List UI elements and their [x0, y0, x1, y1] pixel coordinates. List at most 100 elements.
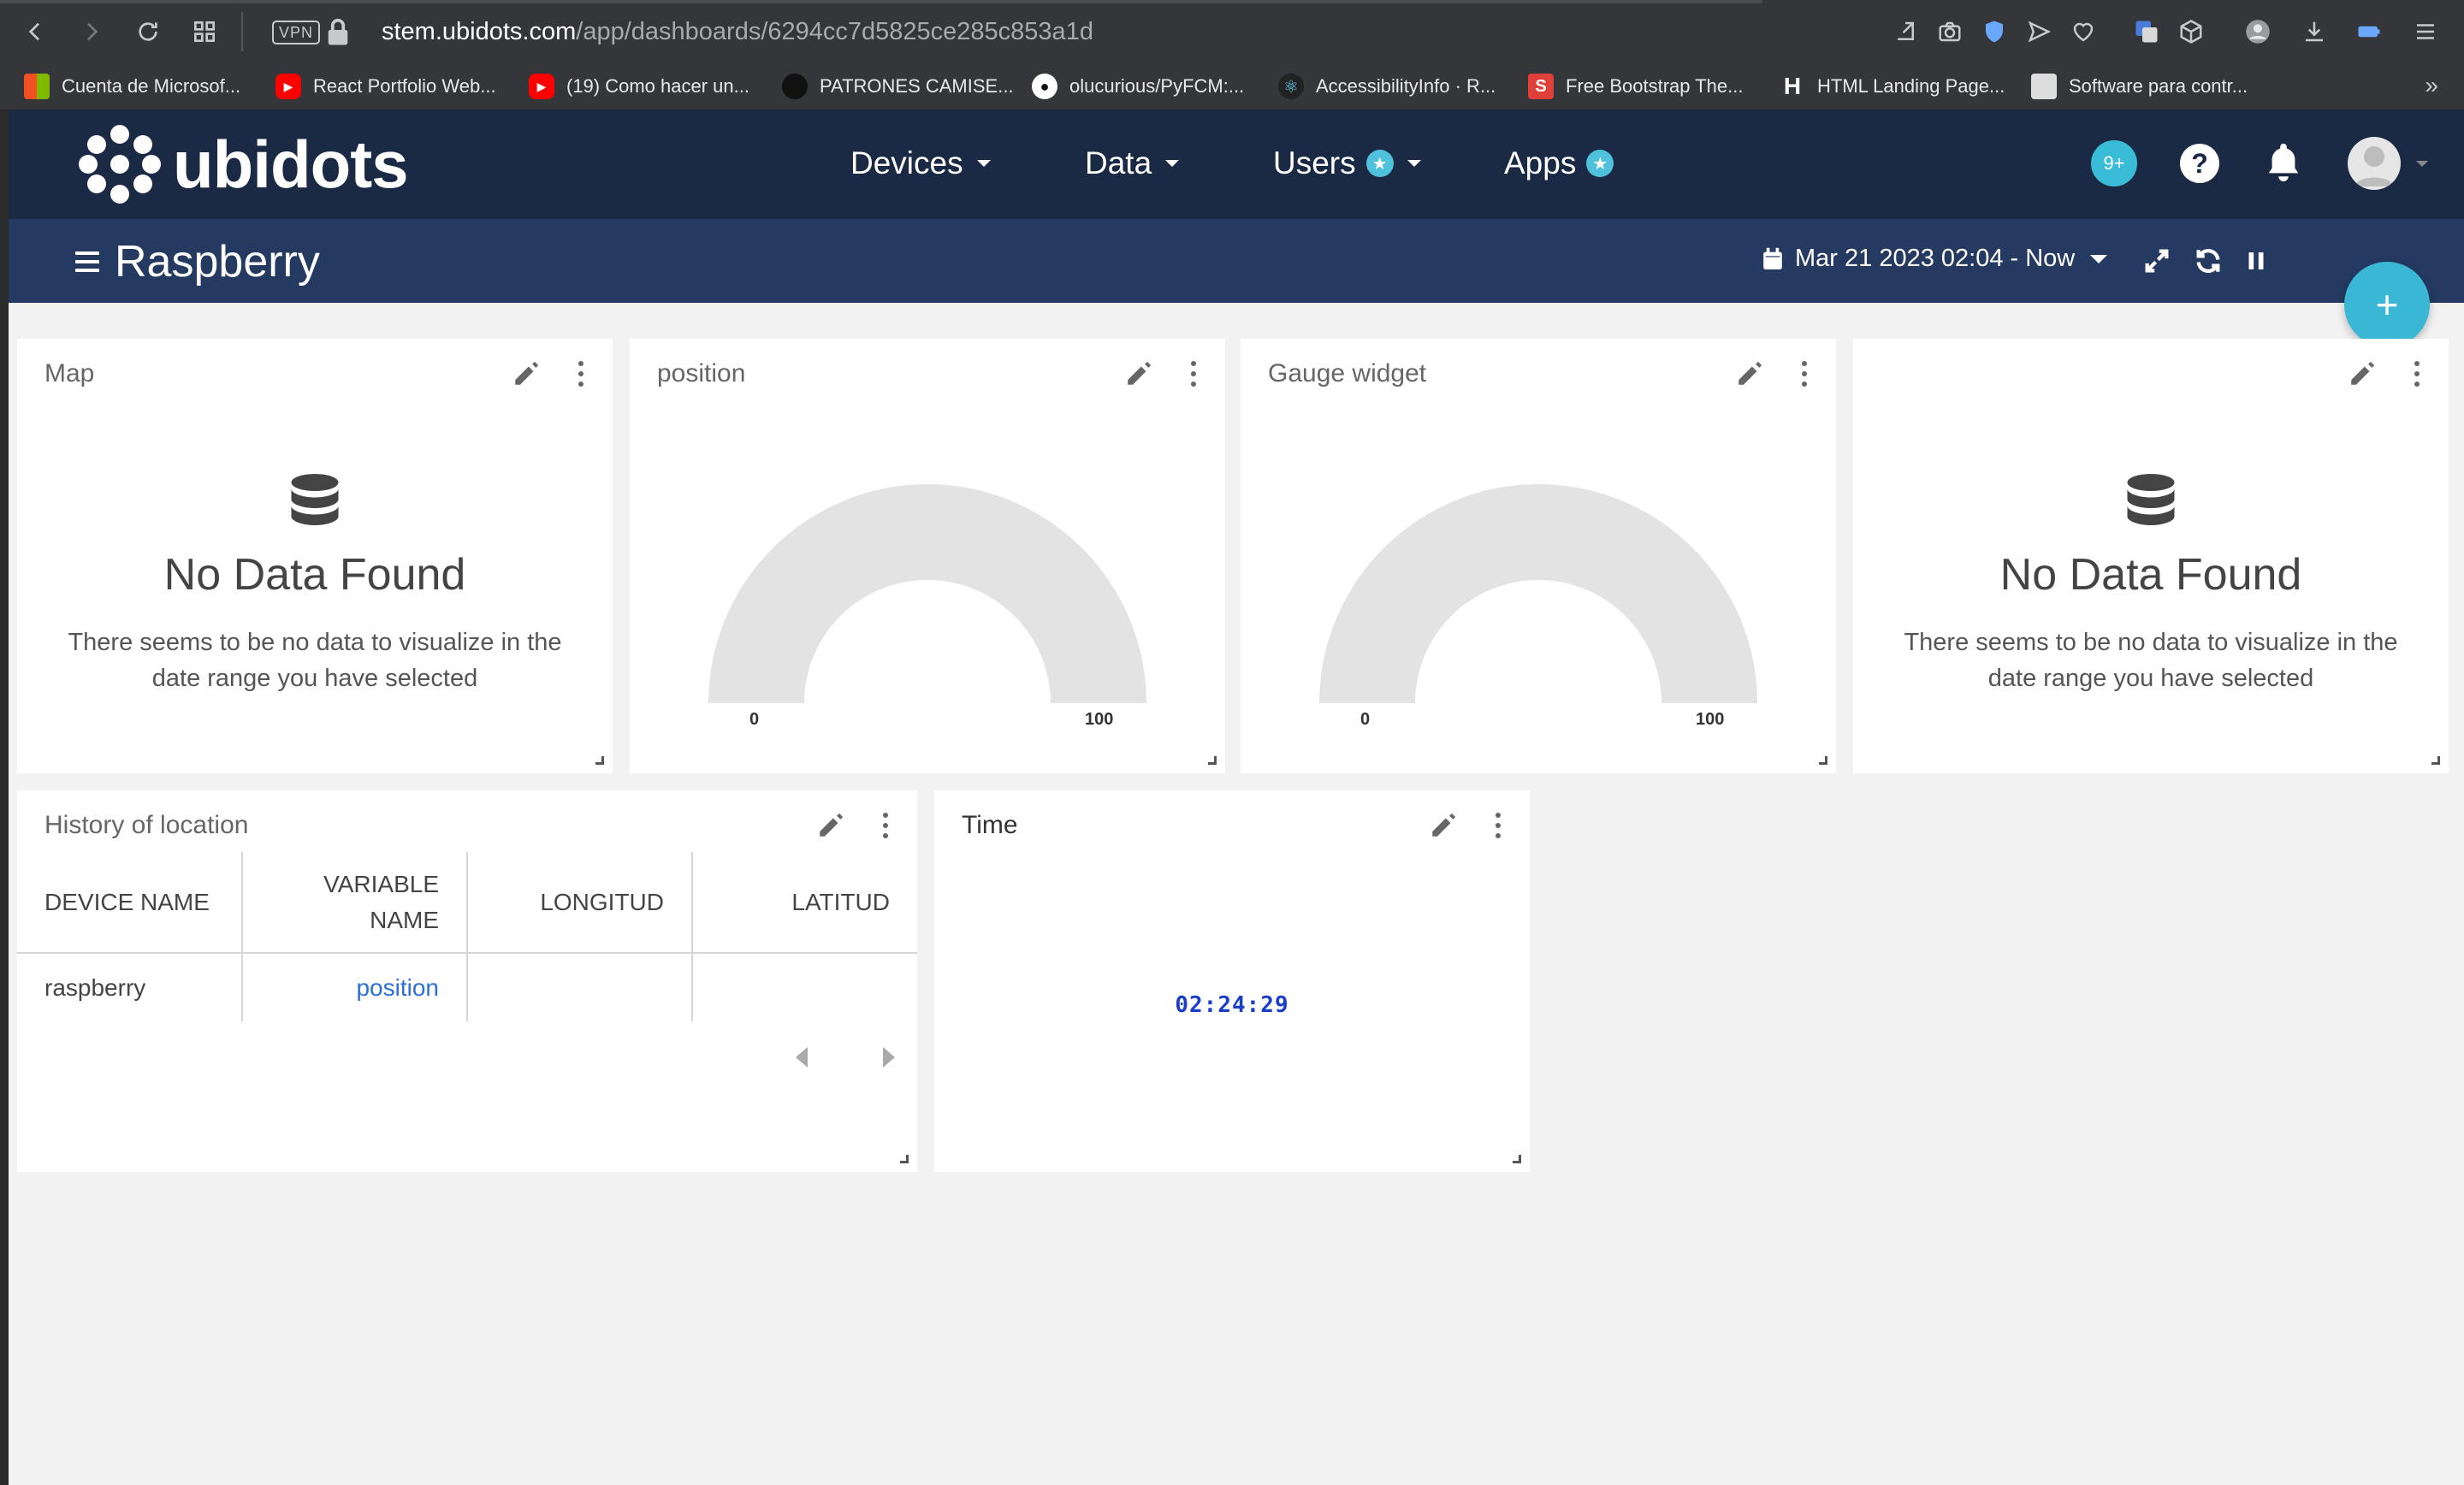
- vpn-button[interactable]: VPN: [272, 21, 321, 44]
- tabs-grid-icon[interactable]: [188, 15, 221, 48]
- bookmark-bootstrap[interactable]: S Free Bootstrap The...: [1528, 72, 1743, 101]
- pencil-icon[interactable]: [512, 359, 541, 388]
- resize-handle[interactable]: [1208, 756, 1217, 765]
- gauge-max-label: 100: [1085, 710, 1114, 729]
- extensions-cube-icon[interactable]: [2175, 15, 2207, 48]
- bookmark-software[interactable]: Software para contr...: [2031, 72, 2248, 101]
- microsoft-icon: [24, 74, 50, 99]
- pencil-icon[interactable]: [1124, 359, 1153, 388]
- pencil-icon[interactable]: [1429, 811, 1458, 840]
- battery-icon[interactable]: [2353, 15, 2385, 48]
- cell-device: raspberry: [17, 953, 243, 1021]
- logo-text: ubidots: [173, 126, 409, 202]
- bookmark-patrones[interactable]: PATRONES CAMISE...: [782, 72, 1014, 101]
- send-icon[interactable]: [2023, 15, 2055, 48]
- translate-icon[interactable]: [2130, 15, 2163, 48]
- download-icon[interactable]: [2298, 15, 2331, 48]
- bookmark-accessibilityinfo[interactable]: ⚛ AccessibilityInfo · R...: [1278, 72, 1496, 101]
- camera-icon[interactable]: [1934, 15, 1966, 48]
- back-icon[interactable]: [19, 15, 51, 48]
- help-icon[interactable]: ?: [2180, 144, 2219, 183]
- bookmark-label: HTML Landing Page...: [1817, 75, 2005, 97]
- hamburger-menu-icon[interactable]: [75, 251, 99, 272]
- cell-latitud: [692, 953, 917, 1021]
- more-options-icon[interactable]: [575, 358, 587, 390]
- s-logo-icon: S: [1528, 74, 1554, 99]
- nav-data[interactable]: Data: [1085, 145, 1180, 181]
- share-icon[interactable]: [1889, 15, 1922, 48]
- person-icon: [2031, 74, 2057, 99]
- nav-apps[interactable]: Apps ★: [1504, 145, 1614, 181]
- profile-icon[interactable]: [2242, 15, 2274, 48]
- refresh-icon[interactable]: [2194, 246, 2223, 275]
- lock-icon[interactable]: [325, 17, 351, 46]
- bookmark-como-hacer[interactable]: ▶ (19) Como hacer un...: [529, 72, 749, 101]
- top-navbar: ubidots Devices Data Users ★ Apps ★ 9+ ?: [9, 109, 2464, 219]
- bookmark-react-portfolio[interactable]: ▶ React Portfolio Web...: [275, 72, 496, 101]
- column-header-latitud[interactable]: LATITUD: [692, 852, 917, 954]
- shield-icon[interactable]: [1978, 15, 2011, 48]
- column-header-variable-name[interactable]: VARIABLE NAME: [242, 852, 468, 954]
- resize-handle[interactable]: [900, 1155, 909, 1163]
- nav-devices[interactable]: Devices: [850, 145, 991, 181]
- star-icon: ★: [1365, 150, 1394, 177]
- more-options-icon[interactable]: [2411, 358, 2423, 390]
- gauge-widget: Gauge widget 0 100: [1241, 339, 1836, 773]
- window-edge: [0, 109, 9, 1485]
- more-options-icon[interactable]: [1798, 358, 1810, 390]
- cell-variable-link[interactable]: position: [242, 953, 468, 1021]
- ubidots-logo[interactable]: ubidots: [79, 125, 409, 204]
- resize-handle[interactable]: [1819, 756, 1827, 765]
- untitled-widget: No Data Found There seems to be no data …: [1853, 339, 2449, 773]
- react-icon: ⚛: [1278, 74, 1304, 99]
- fullscreen-icon[interactable]: [2142, 246, 2171, 275]
- more-options-icon[interactable]: [1188, 358, 1199, 390]
- pencil-icon[interactable]: [2348, 359, 2377, 388]
- bell-icon[interactable]: [2264, 140, 2303, 185]
- map-widget: Map No Data Found There seems to be no d…: [17, 339, 613, 773]
- pencil-icon[interactable]: [816, 811, 845, 840]
- more-options-icon[interactable]: [880, 809, 891, 842]
- clock-value: 02:24:29: [1175, 992, 1289, 1018]
- youtube-icon: ▶: [275, 74, 301, 99]
- caret-down-icon[interactable]: [2416, 161, 2428, 167]
- heart-icon[interactable]: [2067, 15, 2100, 48]
- reload-icon[interactable]: [132, 15, 164, 48]
- address-bar[interactable]: stem.ubidots.com/app/dashboards/6294cc7d…: [382, 15, 1093, 48]
- pencil-icon[interactable]: [1735, 359, 1764, 388]
- bookmark-pyfcm[interactable]: ● olucurious/PyFCM:...: [1032, 72, 1244, 101]
- column-header-device-name[interactable]: DEVICE NAME: [17, 852, 243, 954]
- no-data-title: No Data Found: [163, 550, 466, 600]
- updates-badge[interactable]: 9+: [2091, 140, 2137, 186]
- avatar[interactable]: [2348, 137, 2401, 190]
- more-options-icon[interactable]: [1492, 809, 1504, 842]
- site-icon: [782, 74, 808, 99]
- star-icon: ★: [1586, 150, 1614, 177]
- bookmarks-bar: Cuenta de Microsof... ▶ React Portfolio …: [0, 63, 2464, 109]
- gauge-max-label: 100: [1696, 710, 1725, 729]
- youtube-icon: ▶: [529, 74, 554, 99]
- caret-down-icon: [1165, 160, 1180, 167]
- forward-icon[interactable]: [75, 15, 108, 48]
- widget-title: History of location: [44, 811, 249, 839]
- gauge-min-label: 0: [749, 710, 760, 729]
- pause-icon[interactable]: [2242, 246, 2271, 275]
- menu-icon[interactable]: [2409, 15, 2442, 48]
- more-bookmarks-icon[interactable]: »: [2425, 72, 2438, 99]
- add-widget-button[interactable]: +: [2344, 262, 2430, 347]
- next-page-icon[interactable]: [883, 1047, 895, 1068]
- github-icon: ●: [1032, 74, 1057, 99]
- date-range-picker[interactable]: Mar 21 2023 02:04 - Now: [1762, 245, 2108, 273]
- bookmark-microsoft[interactable]: Cuenta de Microsof...: [24, 72, 240, 101]
- resize-handle[interactable]: [2431, 756, 2440, 765]
- resize-handle[interactable]: [595, 756, 604, 765]
- url-path: /app/dashboards/6294cc7d5825ce285c853a1d: [576, 18, 1093, 45]
- previous-page-icon[interactable]: [796, 1047, 808, 1068]
- resize-handle[interactable]: [1513, 1155, 1521, 1163]
- nav-label: Apps: [1504, 145, 1577, 180]
- database-icon: [2125, 474, 2177, 534]
- nav-label: Data: [1085, 145, 1152, 180]
- bookmark-html-landing[interactable]: H HTML Landing Page...: [1780, 72, 2005, 101]
- nav-users[interactable]: Users ★: [1273, 145, 1421, 181]
- column-header-longitud[interactable]: LONGITUD: [467, 852, 693, 954]
